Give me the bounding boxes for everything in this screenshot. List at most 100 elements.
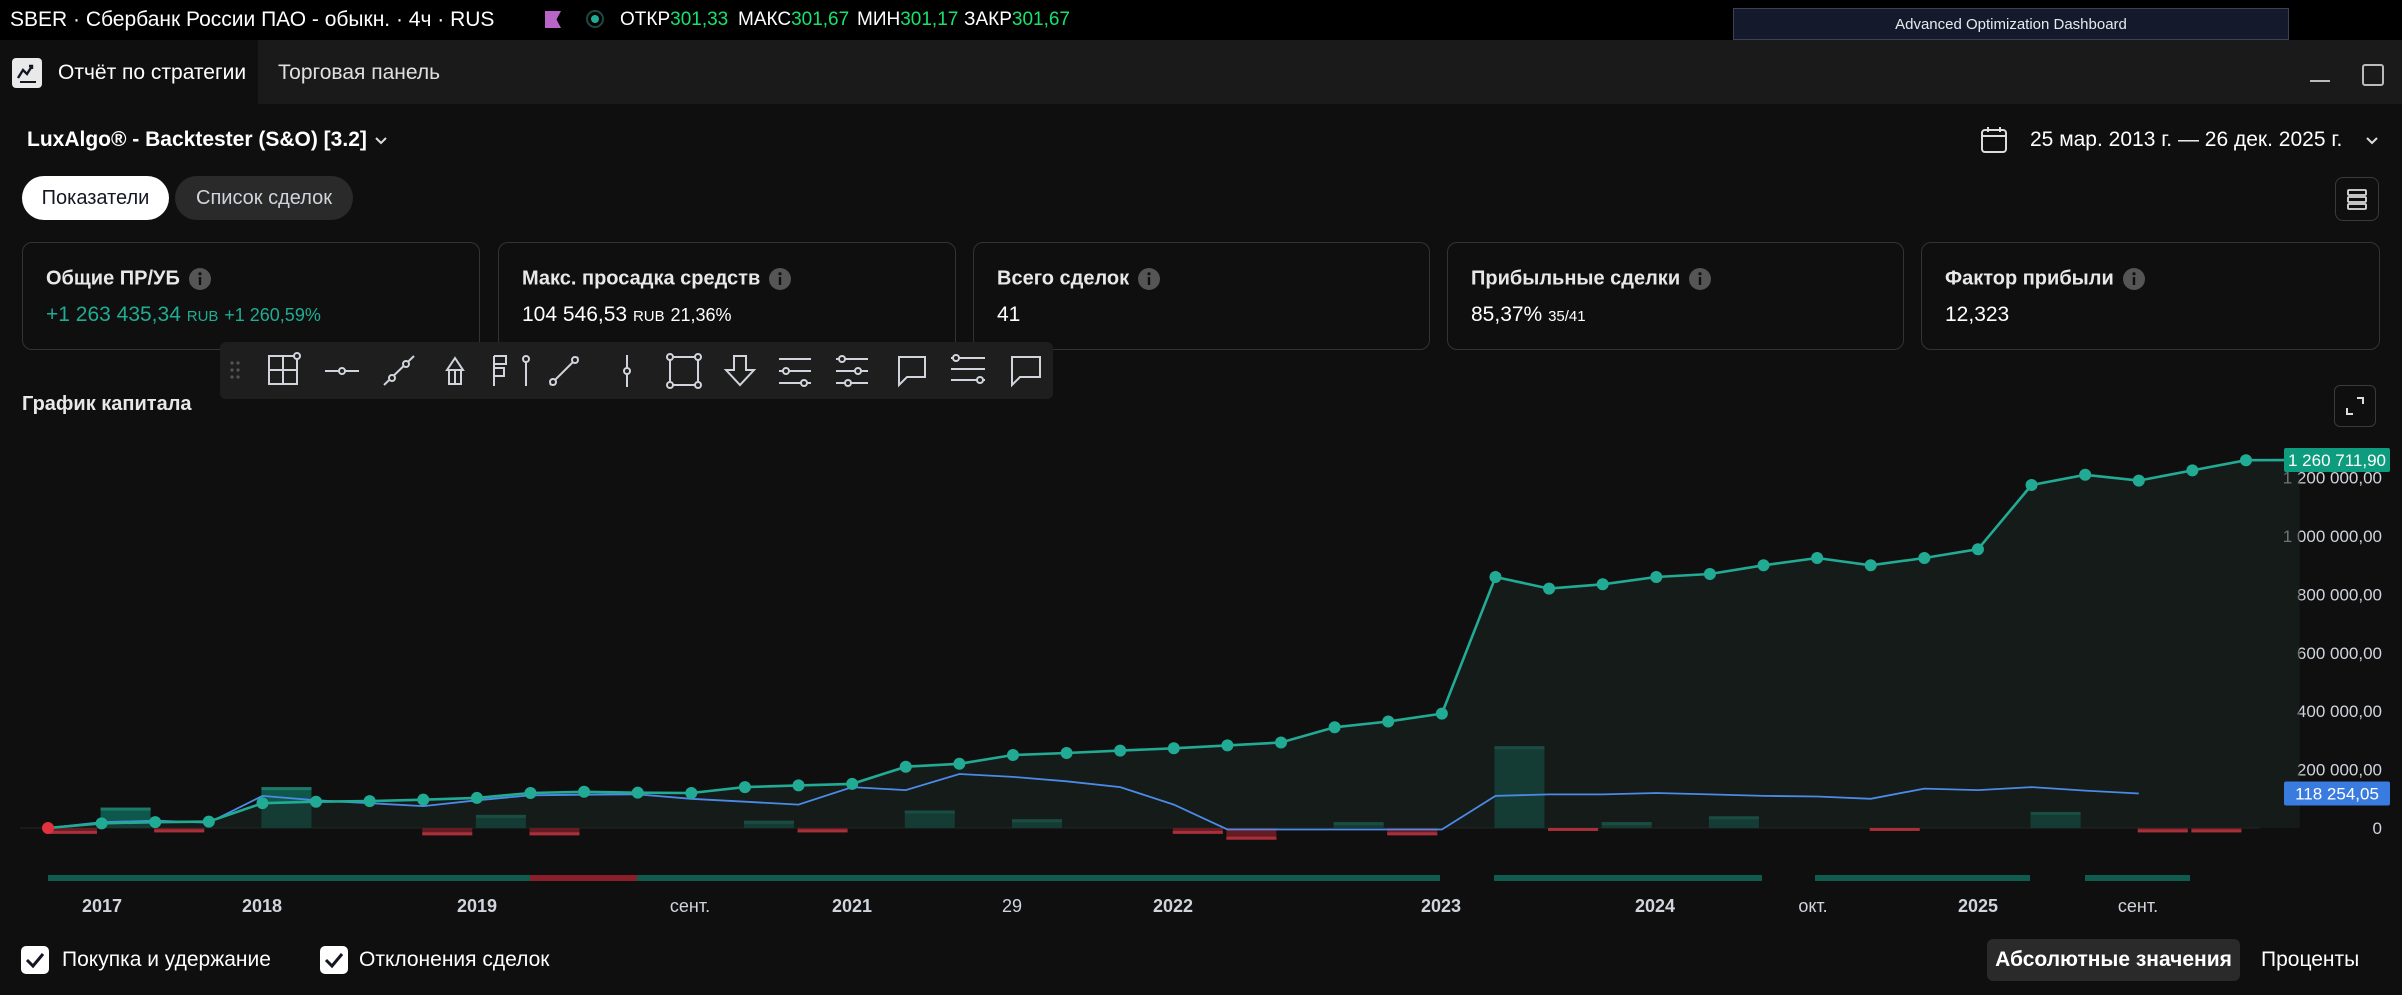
equity-point	[1650, 570, 1663, 583]
checkmark-icon	[324, 953, 344, 969]
trend-line-icon[interactable]	[383, 355, 415, 386]
ohlc-open: ОТКР301,33	[620, 9, 729, 30]
equity-point	[149, 816, 162, 829]
equity-point	[2240, 454, 2252, 467]
tab-strategy-report-label: Отчёт по стратегии	[58, 61, 247, 84]
comment-icon[interactable]	[1011, 356, 1041, 388]
date-range[interactable]: 25 мар. 2013 г. — 26 дек. 2025 г.	[2030, 128, 2342, 152]
market-status-icon	[586, 10, 604, 28]
arrow-down-icon[interactable]	[723, 355, 757, 387]
fib-retracement-icon[interactable]	[779, 358, 811, 387]
tab-metrics[interactable]: Показатели	[22, 176, 169, 220]
info-icon[interactable]	[1688, 267, 1712, 291]
minimize-icon[interactable]	[2310, 80, 2330, 82]
buy-hold-label[interactable]: Покупка и удержание	[62, 948, 271, 972]
chart-title: График капитала	[22, 393, 192, 415]
x-tick-label: 2018	[242, 896, 282, 916]
expand-chart-button[interactable]	[2334, 385, 2376, 427]
bar-cap	[47, 830, 97, 834]
x-tick-label: 2019	[457, 896, 497, 916]
info-icon[interactable]	[1137, 267, 1161, 291]
maximize-icon[interactable]	[2362, 64, 2384, 86]
trade-range-segment	[1494, 875, 1762, 881]
advanced-optimization-dashboard[interactable]: Advanced Optimization Dashboard	[1733, 8, 2289, 40]
parallel-channel-icon[interactable]	[951, 354, 985, 384]
regression-trend-icon[interactable]	[836, 355, 868, 387]
panel-tabs: Отчёт по стратегии Торговая панель	[0, 40, 2402, 104]
y-tick-label: 0	[2373, 819, 2382, 838]
tab-strategy-report[interactable]: Отчёт по стратегии	[0, 40, 258, 104]
callout-icon[interactable]	[898, 356, 926, 388]
trade-range-segment	[530, 875, 637, 881]
equity-point	[1757, 559, 1770, 572]
equity-point	[792, 779, 805, 792]
info-icon[interactable]	[768, 267, 792, 291]
expand-icon	[2346, 397, 2364, 415]
percent-button[interactable]: Проценты	[2261, 948, 2359, 972]
equity-point	[1167, 742, 1180, 755]
bar-cap	[1548, 827, 1599, 831]
trade-deviation-checkbox[interactable]	[320, 946, 348, 974]
absolute-values-button[interactable]: Абсолютные значения	[1987, 939, 2240, 981]
symbol-title[interactable]: SBER · Сбербанк России ПАО - обыкн. · 4ч…	[10, 8, 494, 32]
equity-point	[1275, 736, 1288, 749]
chevron-down-icon[interactable]	[373, 132, 389, 148]
measure-icon[interactable]	[268, 352, 301, 385]
equity-point	[1864, 559, 1877, 572]
equity-point	[2079, 468, 2092, 481]
calendar-icon[interactable]	[1979, 125, 2009, 155]
equity-point	[1918, 551, 1931, 564]
bar-cap	[1172, 830, 1223, 834]
symbol-header: SBER · Сбербанк России ПАО - обыкн. · 4ч…	[0, 0, 2402, 40]
y-tick-label: 400 000,00	[2297, 702, 2382, 721]
info-icon[interactable]	[2122, 267, 2146, 291]
equity-point	[417, 793, 430, 806]
bar-cap	[261, 787, 312, 791]
card-title: Макс. просадка средств	[522, 267, 792, 291]
tab-trading-panel[interactable]: Торговая панель	[278, 61, 440, 85]
x-tick-label: 2021	[832, 896, 872, 916]
ray-icon[interactable]	[549, 356, 579, 386]
card-profitable-trades: Прибыльные сделки 85,37% 35/41	[1447, 242, 1904, 350]
equity-chart[interactable]: 0 200 000,00 400 000,00 600 000,00 800 000,0…	[0, 430, 2402, 920]
card-value: 12,323	[1945, 303, 2010, 326]
x-tick-label: 2024	[1635, 896, 1675, 916]
bar-cap	[2137, 829, 2188, 833]
last-equity-label: 1 260 711,90	[2288, 451, 2386, 470]
equity-point	[1328, 721, 1341, 734]
tab-trades-list[interactable]: Список сделок	[175, 176, 353, 220]
equity-point	[42, 822, 54, 834]
equity-area	[48, 460, 2300, 828]
x-tick-label: 29	[1002, 896, 1022, 916]
equity-point	[524, 786, 537, 799]
arrow-up-icon[interactable]	[445, 356, 465, 385]
strategy-report-icon	[12, 58, 42, 88]
equity-point	[363, 795, 376, 808]
card-title: Всего сделок	[997, 267, 1161, 291]
equity-point	[95, 817, 108, 830]
rectangle-icon[interactable]	[666, 353, 702, 389]
card-value: 85,37% 35/41	[1471, 303, 1586, 326]
long-position-icon[interactable]	[493, 355, 530, 386]
card-value: 41	[997, 303, 1021, 326]
equity-point	[1489, 570, 1502, 583]
equity-point	[2186, 464, 2199, 477]
bar-cap	[1869, 827, 1920, 831]
x-tick-label: 2025	[1958, 896, 1998, 916]
flag-icon[interactable]	[545, 11, 561, 28]
equity-point	[1703, 568, 1716, 581]
strategy-name[interactable]: LuxAlgo® - Backtester (S&O) [3.2]	[27, 128, 367, 152]
bar-cap	[2191, 829, 2242, 833]
horizontal-line-icon[interactable]	[325, 367, 359, 375]
card-net-profit: Общие ПР/УБ +1 263 435,34 RUB +1 260,59%	[22, 242, 480, 350]
vertical-line-icon[interactable]	[623, 355, 631, 387]
trade-deviation-label[interactable]: Отклонения сделок	[359, 948, 549, 972]
buy-hold-checkbox[interactable]	[21, 946, 49, 974]
equity-point	[1543, 582, 1556, 595]
equity-point	[631, 786, 644, 799]
grip-icon[interactable]	[230, 361, 240, 379]
list-view-button[interactable]	[2335, 177, 2379, 221]
bar-cap	[154, 829, 205, 833]
info-icon[interactable]	[188, 267, 212, 291]
chevron-down-icon[interactable]	[2364, 132, 2380, 148]
